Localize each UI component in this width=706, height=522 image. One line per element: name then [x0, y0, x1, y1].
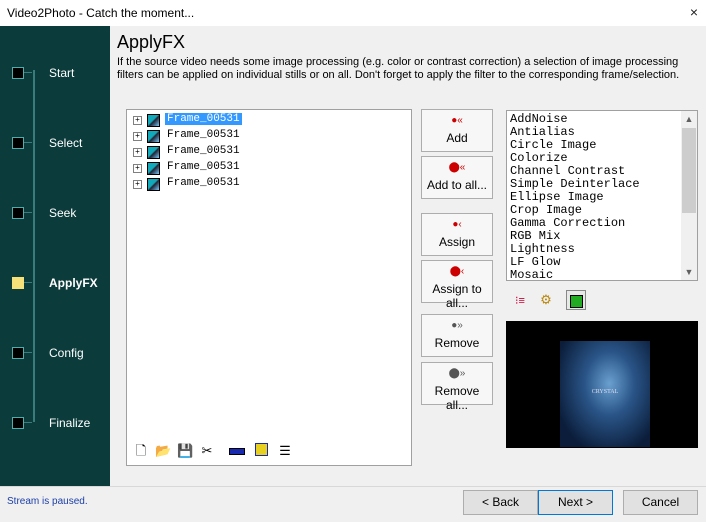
assign-button[interactable]: ●‹ Assign	[421, 213, 493, 256]
frame-icon	[147, 114, 160, 127]
frame-label[interactable]: Frame_00531	[165, 129, 242, 141]
frames-toolbar: 🗋 📂 💾 ✂ ☰	[131, 443, 401, 461]
cancel-button[interactable]: Cancel	[623, 490, 698, 515]
status-bar: Stream is paused. < Back Next > Cancel	[0, 486, 706, 522]
frame-icon	[147, 178, 160, 191]
list-view-icon[interactable]: ⁝≡	[510, 290, 530, 310]
expand-icon[interactable]: +	[133, 180, 142, 189]
remove-button[interactable]: ●» Remove	[421, 314, 493, 357]
step-seek[interactable]: Seek	[12, 206, 107, 220]
remove-icon: ●»	[451, 320, 463, 331]
frame-view-icon[interactable]	[566, 290, 586, 310]
expand-icon[interactable]: +	[133, 164, 142, 173]
page-description: If the source video needs some image pro…	[117, 56, 680, 81]
add-to-all-button[interactable]: ⬤« Add to all...	[421, 156, 493, 199]
preview-image: CRYSTAL	[560, 341, 650, 447]
add-icon: ●«	[451, 115, 463, 126]
page-title: ApplyFX	[117, 32, 186, 52]
step-select-label: Select	[49, 136, 83, 150]
step-finalize[interactable]: Finalize	[12, 416, 107, 430]
close-icon[interactable]: ×	[690, 4, 698, 20]
cut-icon[interactable]: ✂	[199, 443, 215, 459]
open-folder-icon[interactable]: 📂	[155, 443, 171, 459]
step-config-marker	[12, 347, 24, 359]
scroll-down-icon[interactable]: ▼	[681, 264, 697, 280]
wizard-sidebar: Start Select Seek ApplyFX Config Finaliz…	[0, 26, 110, 486]
next-button[interactable]: Next >	[538, 490, 613, 515]
assign-to-all-button[interactable]: ⬤‹ Assign to all...	[421, 260, 493, 310]
frame-icon	[147, 162, 160, 175]
step-applyfx[interactable]: ApplyFX	[12, 276, 107, 290]
step-start[interactable]: Start	[12, 66, 107, 80]
frames-panel: + Frame_00531 + Frame_00531 + Frame_0053…	[126, 109, 412, 466]
filter-tools: ⁝≡ ⚙	[510, 290, 600, 312]
title-bar: Video2Photo - Catch the moment... ×	[0, 0, 706, 26]
expand-icon[interactable]: +	[133, 132, 142, 141]
assign-icon: ●‹	[452, 219, 462, 230]
save-icon[interactable]: 💾	[177, 443, 193, 459]
remove-all-icon: ⬤»	[448, 368, 466, 379]
frames-tree[interactable]: + Frame_00531 + Frame_00531 + Frame_0053…	[127, 110, 407, 435]
back-button[interactable]: < Back	[463, 490, 538, 515]
grid-icon[interactable]	[253, 443, 269, 459]
settings-icon[interactable]: ⚙	[536, 290, 556, 310]
preview-caption: CRYSTAL	[591, 389, 619, 395]
filter-list[interactable]: AddNoise Antialias Circle Image Colorize…	[506, 110, 698, 281]
filter-scrollbar[interactable]: ▲ ▼	[681, 111, 697, 280]
bar-icon[interactable]	[229, 443, 245, 459]
window-title: Video2Photo - Catch the moment...	[7, 6, 195, 20]
frame-label[interactable]: Frame_00531	[165, 145, 242, 157]
main-panel: ApplyFX If the source video needs some i…	[110, 26, 706, 486]
wizard-rail	[33, 70, 35, 422]
frame-icon	[147, 130, 160, 143]
add-button[interactable]: ●« Add	[421, 109, 493, 152]
new-file-icon[interactable]: 🗋	[133, 443, 149, 459]
scroll-thumb[interactable]	[682, 128, 696, 213]
step-finalize-marker	[12, 417, 24, 429]
remove-all-button[interactable]: ⬤» Remove all...	[421, 362, 493, 412]
step-seek-label: Seek	[49, 206, 77, 220]
expand-icon[interactable]: +	[133, 116, 142, 125]
step-start-label: Start	[49, 66, 75, 80]
step-config-label: Config	[49, 346, 84, 360]
step-config[interactable]: Config	[12, 346, 107, 360]
list-icon[interactable]: ☰	[277, 443, 293, 459]
step-applyfx-label: ApplyFX	[49, 276, 98, 290]
frame-icon	[147, 146, 160, 159]
step-start-marker	[12, 67, 24, 79]
step-applyfx-marker	[12, 277, 24, 289]
step-select[interactable]: Select	[12, 136, 107, 150]
assign-all-icon: ⬤‹	[449, 266, 465, 277]
add-all-icon: ⬤«	[448, 162, 466, 173]
step-seek-marker	[12, 207, 24, 219]
frame-label[interactable]: Frame_00531	[165, 177, 242, 189]
step-select-marker	[12, 137, 24, 149]
frame-label[interactable]: Frame_00531	[164, 112, 243, 126]
step-finalize-label: Finalize	[49, 416, 91, 430]
frame-label[interactable]: Frame_00531	[165, 161, 242, 173]
preview-pane: CRYSTAL	[506, 321, 698, 448]
status-text: Stream is paused.	[7, 496, 88, 507]
expand-icon[interactable]: +	[133, 148, 142, 157]
list-item[interactable]: Mosaic	[510, 269, 553, 281]
scroll-up-icon[interactable]: ▲	[681, 111, 697, 127]
